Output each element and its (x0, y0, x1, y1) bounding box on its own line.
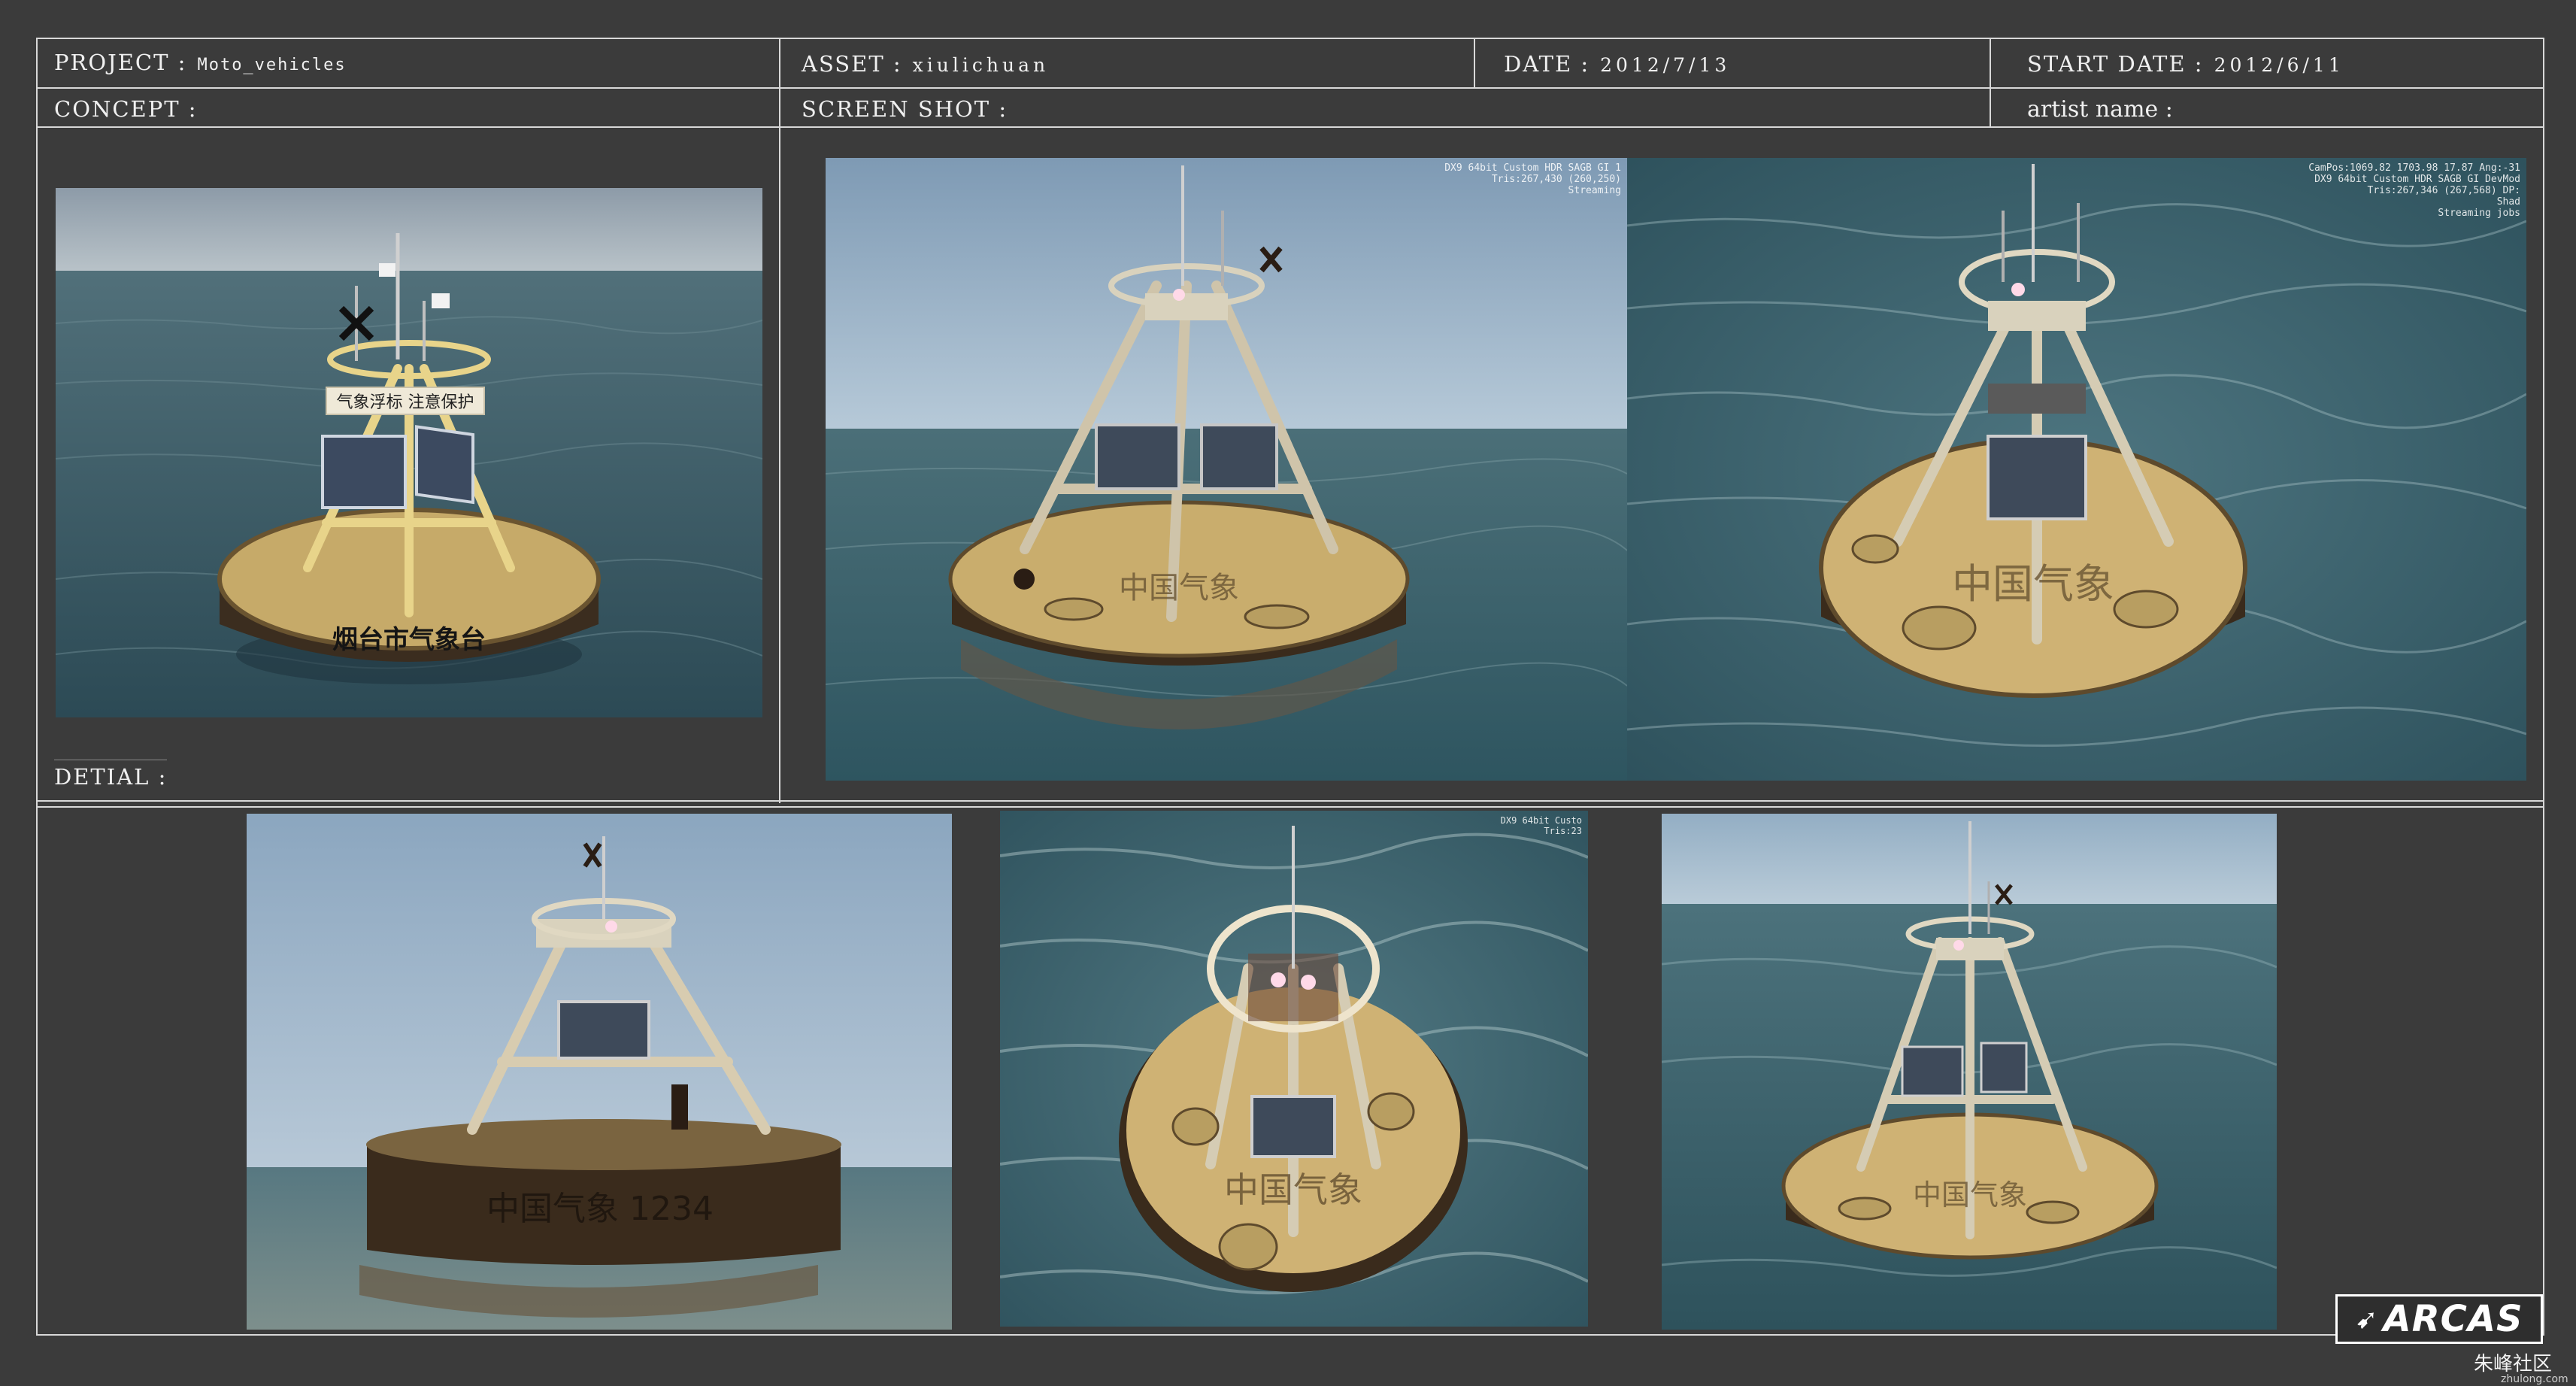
project-field: PROJECT : Moto_vehicles (54, 50, 347, 75)
detail-image-2: 中国气象 DX9 64bit Custo Tris:23 (1000, 811, 1588, 1327)
date-field: DATE : 2012/7/13 (1504, 51, 1730, 77)
arcas-logo: ➹ ARCAS (2335, 1294, 2543, 1344)
detail-label: DETIAL : (54, 764, 167, 790)
detail-label-text: DETIAL : (54, 764, 168, 790)
project-key: PROJECT : (54, 50, 187, 75)
screenshot-2: 中国气象 CamPos:1069.82 1703.98 17.87 Ang:-3… (1627, 158, 2526, 781)
section-divider-bottom (36, 806, 2544, 808)
start-date-key: START DATE : (2027, 51, 2204, 77)
asset-key: ASSET : (802, 51, 902, 77)
detail-image-1: 中国气象 1234 (247, 814, 952, 1330)
arcas-logo-text: ARCAS (2383, 1298, 2523, 1340)
asset-value: xiulichuan (912, 54, 1050, 76)
shot2-hud: CamPos:1069.82 1703.98 17.87 Ang:-31 DX9… (2308, 162, 2520, 219)
shot2-deck-text: 中国气象 (1952, 560, 2114, 608)
start-date-field: START DATE : 2012/6/11 (2027, 51, 2344, 77)
detail2-hud: DX9 64bit Custo Tris:23 (1500, 815, 1582, 836)
concept-label: CONCEPT : (54, 96, 198, 122)
detail1-hull-text: 中国气象 1234 (486, 1190, 714, 1228)
shot1-hud: DX9 64bit Custom HDR SAGB GI 1 Tris:267,… (1444, 162, 1621, 196)
concept-hull-text: 烟台市气象台 (332, 625, 486, 655)
section-divider-top (36, 800, 2544, 802)
watermark-text: 朱峰社区 (2474, 1353, 2553, 1375)
artist-label-text: artist name : (2027, 96, 2173, 123)
detail-image-3: 中国气象 (1662, 814, 2277, 1330)
asset-field: ASSET : xiulichuan (802, 51, 1049, 77)
concept-sign-text: 气象浮标 注意保护 (337, 393, 474, 412)
project-value: Moto_vehicles (197, 56, 347, 74)
concept-image: 气象浮标 注意保护 烟台市气象台 (56, 188, 762, 717)
date-key: DATE : (1504, 51, 1590, 77)
date-value: 2012/7/13 (1600, 54, 1731, 76)
concept-label-text: CONCEPT : (54, 96, 198, 122)
screenshot-label-text: SCREEN SHOT : (802, 96, 1008, 122)
screenshot-1: 中国气象 DX9 64bit Custom HDR SAGB GI 1 Tris… (826, 158, 1627, 781)
shot1-deck-text: 中国气象 (1119, 571, 1239, 605)
watermark: 朱峰社区 zhulong.com (2474, 1348, 2568, 1385)
screenshot-label: SCREEN SHOT : (802, 96, 1008, 122)
watermark-sub: zhulong.com (2501, 1373, 2568, 1385)
detail2-deck-text: 中国气象 (1224, 1169, 1362, 1210)
artist-label: artist name : (2027, 96, 2173, 123)
detail3-deck-text: 中国气象 (1913, 1178, 2027, 1212)
start-date-value: 2012/6/11 (2214, 54, 2344, 76)
arcas-mark-icon: ➹ (2355, 1303, 2379, 1335)
